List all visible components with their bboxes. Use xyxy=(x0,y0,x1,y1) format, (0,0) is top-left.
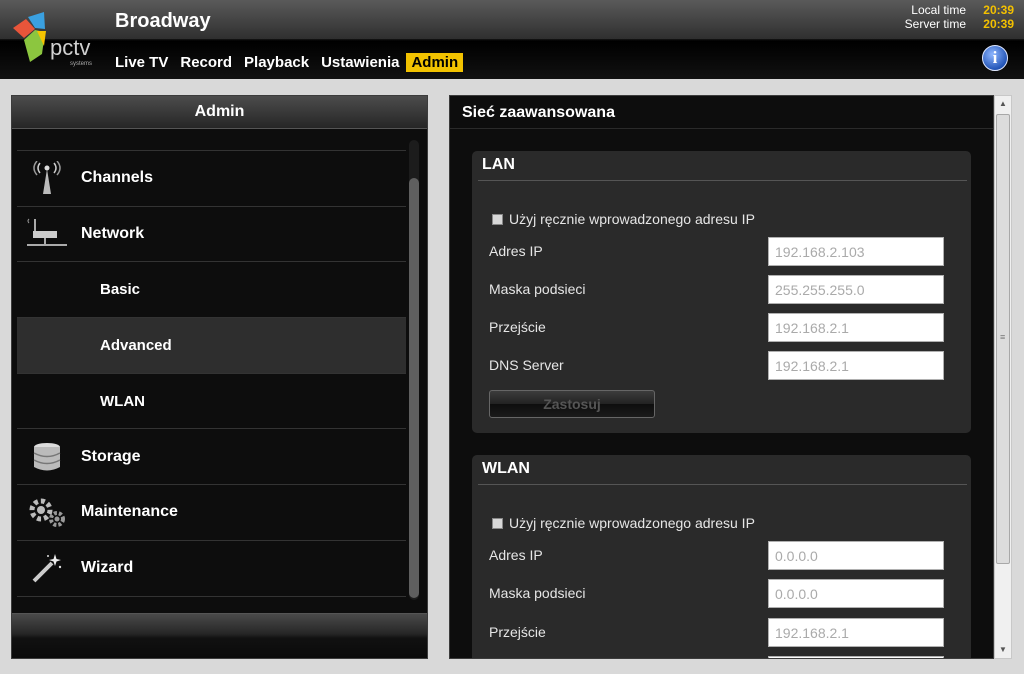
settings-panel: Sieć zaawansowana LAN Użyj ręcznie wprow… xyxy=(449,95,994,659)
lan-group: LAN Użyj ręcznie wprowadzonego adresu IP… xyxy=(472,151,971,433)
wlan-ip-label: Adres IP xyxy=(489,547,543,563)
nav-live-tv[interactable]: Live TV xyxy=(110,53,173,72)
right-scrollbar[interactable]: ▲ ≡ ▼ xyxy=(994,95,1012,659)
lan-apply-button[interactable]: Zastosuj xyxy=(489,390,655,418)
lan-dns-label: DNS Server xyxy=(489,357,564,373)
lan-manual-ip-label: Użyj ręcznie wprowadzonego adresu IP xyxy=(509,211,755,227)
menu-item-basic[interactable]: Basic xyxy=(17,262,406,319)
svg-text:pctv: pctv xyxy=(50,35,90,60)
svg-text:systems: systems xyxy=(70,61,92,67)
right-scrollbar-thumb[interactable]: ≡ xyxy=(996,114,1010,564)
magic-wand-icon xyxy=(17,548,77,588)
lan-mask-label: Maska podsieci xyxy=(489,281,586,297)
info-icon[interactable]: i xyxy=(982,45,1008,71)
menu-item-wlan[interactable]: WLAN xyxy=(17,374,406,430)
nav-admin[interactable]: Admin xyxy=(406,53,464,72)
local-time-value: 20:39 xyxy=(983,3,1014,17)
local-time-label: Local time xyxy=(911,3,966,17)
app-title: Broadway xyxy=(115,10,211,32)
menu-item-storage[interactable]: Storage xyxy=(17,429,406,486)
lan-manual-ip-row: Użyj ręcznie wprowadzonego adresu IP xyxy=(492,211,755,227)
nav-record[interactable]: Record xyxy=(175,53,237,72)
antenna-icon xyxy=(17,158,77,198)
server-time-label: Server time xyxy=(904,17,966,31)
lan-ip-input[interactable] xyxy=(768,237,944,266)
app-header: pctv systems Broadway Local time 20:39 S… xyxy=(0,0,1024,79)
wlan-gateway-input[interactable] xyxy=(768,618,944,647)
admin-menu-footer xyxy=(12,613,427,658)
wlan-mask-input[interactable] xyxy=(768,579,944,608)
wlan-manual-ip-label: Użyj ręcznie wprowadzonego adresu IP xyxy=(509,515,755,531)
pctv-logo: pctv systems xyxy=(10,10,105,70)
page-title: Sieć zaawansowana xyxy=(462,104,615,121)
menu-label: Basic xyxy=(100,281,141,299)
menu-label: Channels xyxy=(81,169,154,187)
left-scrollbar[interactable] xyxy=(409,140,419,600)
wlan-next-input[interactable] xyxy=(768,656,944,658)
main-nav: Live TV Record Playback Ustawienia Admin xyxy=(110,53,464,72)
menu-item-maintenance[interactable]: Maintenance xyxy=(17,485,406,541)
wlan-gateway-label: Przejście xyxy=(489,624,546,640)
left-scrollbar-thumb[interactable] xyxy=(409,178,419,598)
lan-mask-input[interactable] xyxy=(768,275,944,304)
admin-menu-list: Channels Network Basic Advanced WLAN Sto… xyxy=(17,150,406,597)
menu-item-network[interactable]: Network xyxy=(17,207,406,263)
wlan-group-title: WLAN xyxy=(482,460,530,477)
lan-gateway-input[interactable] xyxy=(768,313,944,342)
wlan-manual-ip-row: Użyj ręcznie wprowadzonego adresu IP xyxy=(492,515,755,531)
menu-item-wizard[interactable]: Wizard xyxy=(17,541,406,597)
nav-ustawienia[interactable]: Ustawienia xyxy=(316,53,404,72)
lan-gateway-label: Przejście xyxy=(489,319,546,335)
menu-label: Storage xyxy=(81,447,141,465)
menu-label: Network xyxy=(81,225,145,243)
lan-group-title: LAN xyxy=(482,156,515,173)
database-icon xyxy=(17,437,77,477)
wlan-group: WLAN Użyj ręcznie wprowadzonego adresu I… xyxy=(472,455,971,658)
wlan-manual-ip-checkbox[interactable] xyxy=(492,517,503,529)
time-display: Local time 20:39 Server time 20:39 xyxy=(905,3,1014,31)
menu-label: Advanced xyxy=(100,336,172,354)
wlan-ip-input[interactable] xyxy=(768,541,944,570)
scroll-up-arrow-icon[interactable]: ▲ xyxy=(995,96,1011,112)
menu-item-channels[interactable]: Channels xyxy=(17,151,406,207)
menu-label: WLAN xyxy=(100,392,145,410)
lan-dns-input[interactable] xyxy=(768,351,944,380)
admin-menu-panel: Admin Channels Network Basic Advanced WL… xyxy=(11,95,428,659)
nav-playback[interactable]: Playback xyxy=(239,53,314,72)
server-time-value: 20:39 xyxy=(983,17,1014,31)
wlan-mask-label: Maska podsieci xyxy=(489,585,586,601)
menu-label: Wizard xyxy=(81,559,134,577)
router-icon xyxy=(17,214,77,254)
admin-menu-title: Admin xyxy=(12,96,427,129)
menu-item-advanced[interactable]: Advanced xyxy=(17,318,406,374)
lan-manual-ip-checkbox[interactable] xyxy=(492,213,503,225)
gears-icon xyxy=(17,492,77,532)
scroll-grip-icon: ≡ xyxy=(1000,332,1006,342)
scroll-down-arrow-icon[interactable]: ▼ xyxy=(995,642,1011,658)
lan-ip-label: Adres IP xyxy=(489,243,543,259)
menu-label: Maintenance xyxy=(81,503,178,521)
